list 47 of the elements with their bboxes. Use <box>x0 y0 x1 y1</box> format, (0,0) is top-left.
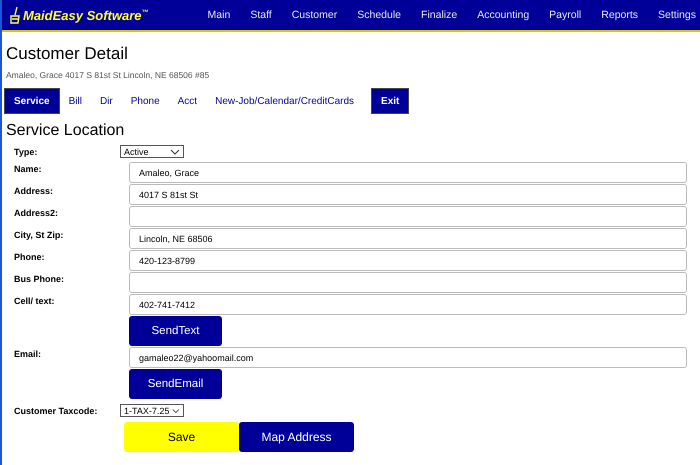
dropdown[interactable]: 1-TAX-7.25 <box>120 404 184 417</box>
field-label: Address: <box>13 185 54 196</box>
tab[interactable]: New-Job/Calendar/CreditCards <box>206 88 364 114</box>
field-label: Phone: <box>13 251 46 262</box>
field-label: Name: <box>13 163 43 174</box>
send-button[interactable]: SendText <box>129 316 222 346</box>
field-label: Customer Taxcode: <box>13 406 98 416</box>
page-title: Customer Detail <box>6 44 129 64</box>
field-label: Cell/ text: <box>13 295 56 306</box>
nav-link[interactable]: Payroll <box>539 9 592 21</box>
input-field[interactable]: 4017 S 81st St <box>129 184 687 205</box>
input-field[interactable]: gamaleo22@yahoomail.com <box>129 347 687 368</box>
customer-summary: Amaleo, Grace 4017 S 81st St Lincoln, NE 68506 #85 <box>6 70 210 80</box>
field-label: Email: <box>13 348 42 359</box>
tab[interactable]: Service <box>4 88 60 114</box>
nav-link[interactable]: Staff <box>240 9 282 21</box>
nav-link[interactable]: Finalize <box>411 9 468 21</box>
tab[interactable]: Acct <box>168 88 206 114</box>
nav-link[interactable]: Settings <box>648 9 700 21</box>
tab[interactable]: Bill <box>60 88 91 114</box>
input-field[interactable] <box>129 206 687 227</box>
nav-link[interactable]: Accounting <box>467 9 540 21</box>
tab[interactable]: Dir <box>90 88 122 114</box>
nav-link[interactable]: Schedule <box>347 9 412 21</box>
input-field[interactable]: 420-123-8799 <box>129 250 687 271</box>
chevron-down-icon <box>172 408 180 414</box>
field-label: City, St Zip: <box>13 229 64 240</box>
input-field[interactable]: Amaleo, Grace <box>129 162 687 183</box>
map-button[interactable]: Map Address <box>239 422 354 452</box>
logo-text[interactable]: MaidEasy Software$^{™}$ <box>23 8 148 22</box>
nav-link[interactable]: Reports <box>591 9 648 21</box>
chevron-down-icon <box>170 148 180 154</box>
nav-link[interactable]: Customer <box>282 9 348 21</box>
dropdown[interactable]: Active <box>120 145 184 158</box>
field-label: Address2: <box>13 207 60 218</box>
input-field[interactable] <box>129 272 687 293</box>
nav-link[interactable]: Main <box>198 9 240 21</box>
send-button[interactable]: SendEmail <box>129 369 222 399</box>
save-button[interactable]: Save <box>124 422 239 452</box>
field-label: Type: <box>13 146 38 156</box>
field-label: Bus Phone: <box>13 273 66 284</box>
input-field[interactable]: 402-741-7412 <box>129 294 687 315</box>
tab[interactable]: Phone <box>122 88 169 114</box>
section-title: Service Location <box>6 122 126 140</box>
broom-icon <box>8 6 22 24</box>
input-field[interactable]: Lincoln, NE 68506 <box>129 228 687 249</box>
tab[interactable]: Exit <box>371 88 410 114</box>
